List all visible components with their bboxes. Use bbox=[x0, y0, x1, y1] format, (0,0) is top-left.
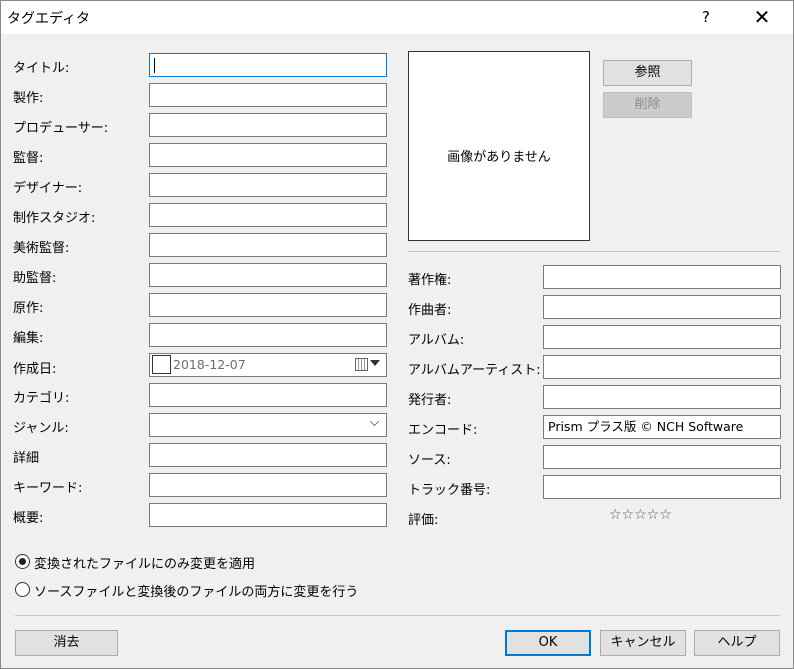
close-icon[interactable]: ✕ bbox=[747, 5, 777, 29]
rating-label: 評価: bbox=[408, 513, 439, 528]
created-date-value: 2018-12-07 bbox=[173, 357, 246, 372]
keywords-label: キーワード: bbox=[13, 481, 83, 496]
composer-input[interactable] bbox=[543, 295, 781, 319]
cover-image-box: 画像がありません bbox=[408, 51, 590, 241]
help-button[interactable]: ヘルプ bbox=[694, 630, 780, 656]
designer-input[interactable] bbox=[149, 173, 387, 197]
original-work-label: 原作: bbox=[13, 301, 44, 316]
category-input[interactable] bbox=[149, 383, 387, 407]
publisher-input[interactable] bbox=[543, 385, 781, 409]
assistant-director-input[interactable] bbox=[149, 263, 387, 287]
source-label: ソース: bbox=[408, 453, 451, 468]
apply-both-radio[interactable] bbox=[15, 582, 30, 597]
apply-converted-label[interactable]: 変換されたファイルにのみ変更を適用 bbox=[34, 553, 255, 572]
designer-label: デザイナー: bbox=[13, 181, 83, 196]
cancel-button[interactable]: キャンセル bbox=[600, 630, 686, 656]
track-number-label: トラック番号: bbox=[408, 483, 491, 498]
album-artist-label: アルバムアーティスト: bbox=[408, 363, 541, 378]
producer-label: プロデューサー: bbox=[13, 121, 109, 136]
title-bar: タグエディタ ? ✕ bbox=[1, 1, 793, 34]
genre-label: ジャンル: bbox=[13, 421, 69, 436]
track-number-input[interactable] bbox=[543, 475, 781, 499]
separator bbox=[408, 251, 780, 252]
window-title: タグエディタ bbox=[7, 11, 91, 27]
album-input[interactable] bbox=[543, 325, 781, 349]
producer-input[interactable] bbox=[149, 113, 387, 137]
assistant-director-label: 助監督: bbox=[13, 271, 57, 286]
copyright-label: 著作権: bbox=[408, 273, 452, 288]
title-label: タイトル: bbox=[13, 61, 70, 76]
editing-label: 編集: bbox=[13, 331, 44, 346]
encoder-label: エンコード: bbox=[408, 423, 478, 438]
director-label: 監督: bbox=[13, 151, 44, 166]
production-input[interactable] bbox=[149, 83, 387, 107]
date-enable-checkbox[interactable] bbox=[152, 355, 171, 374]
director-input[interactable] bbox=[149, 143, 387, 167]
ok-button[interactable]: OK bbox=[505, 630, 591, 656]
title-input[interactable] bbox=[149, 53, 387, 77]
source-input[interactable] bbox=[543, 445, 781, 469]
created-date-label: 作成日: bbox=[13, 362, 57, 377]
composer-label: 作曲者: bbox=[408, 303, 452, 318]
category-label: カテゴリ: bbox=[13, 391, 70, 406]
bottom-separator bbox=[15, 615, 780, 616]
details-input[interactable] bbox=[149, 443, 387, 467]
summary-label: 概要: bbox=[13, 511, 44, 526]
details-label: 詳細 bbox=[13, 451, 40, 466]
apply-converted-radio[interactable] bbox=[15, 554, 30, 569]
tag-editor-dialog: タグエディタ ? ✕ タイトル: 製作: プロデューサー: 監督: デザイナー:… bbox=[0, 0, 794, 669]
editing-input[interactable] bbox=[149, 323, 387, 347]
no-image-text: 画像がありません bbox=[447, 150, 551, 165]
browse-button[interactable]: 参照 bbox=[603, 60, 692, 86]
delete-image-button[interactable]: 削除 bbox=[603, 92, 692, 118]
dropdown-arrow-icon[interactable] bbox=[370, 360, 380, 366]
help-icon[interactable]: ? bbox=[691, 5, 721, 29]
art-director-input[interactable] bbox=[149, 233, 387, 257]
genre-select[interactable] bbox=[149, 413, 387, 437]
studio-label: 制作スタジオ: bbox=[13, 211, 96, 226]
studio-input[interactable] bbox=[149, 203, 387, 227]
calendar-icon[interactable] bbox=[355, 358, 368, 371]
publisher-label: 発行者: bbox=[408, 393, 452, 408]
keywords-input[interactable] bbox=[149, 473, 387, 497]
encoder-input[interactable]: Prism プラス版 © NCH Software bbox=[543, 415, 781, 439]
art-director-label: 美術監督: bbox=[13, 241, 70, 256]
summary-input[interactable] bbox=[149, 503, 387, 527]
production-label: 製作: bbox=[13, 91, 44, 106]
original-work-input[interactable] bbox=[149, 293, 387, 317]
clear-button[interactable]: 消去 bbox=[15, 630, 118, 656]
rating-stars[interactable]: ☆☆☆☆☆ bbox=[609, 507, 672, 523]
album-artist-input[interactable] bbox=[543, 355, 781, 379]
apply-both-label[interactable]: ソースファイルと変換後のファイルの両方に変更を行う bbox=[34, 581, 358, 600]
copyright-input[interactable] bbox=[543, 265, 781, 289]
album-label: アルバム: bbox=[408, 333, 465, 348]
